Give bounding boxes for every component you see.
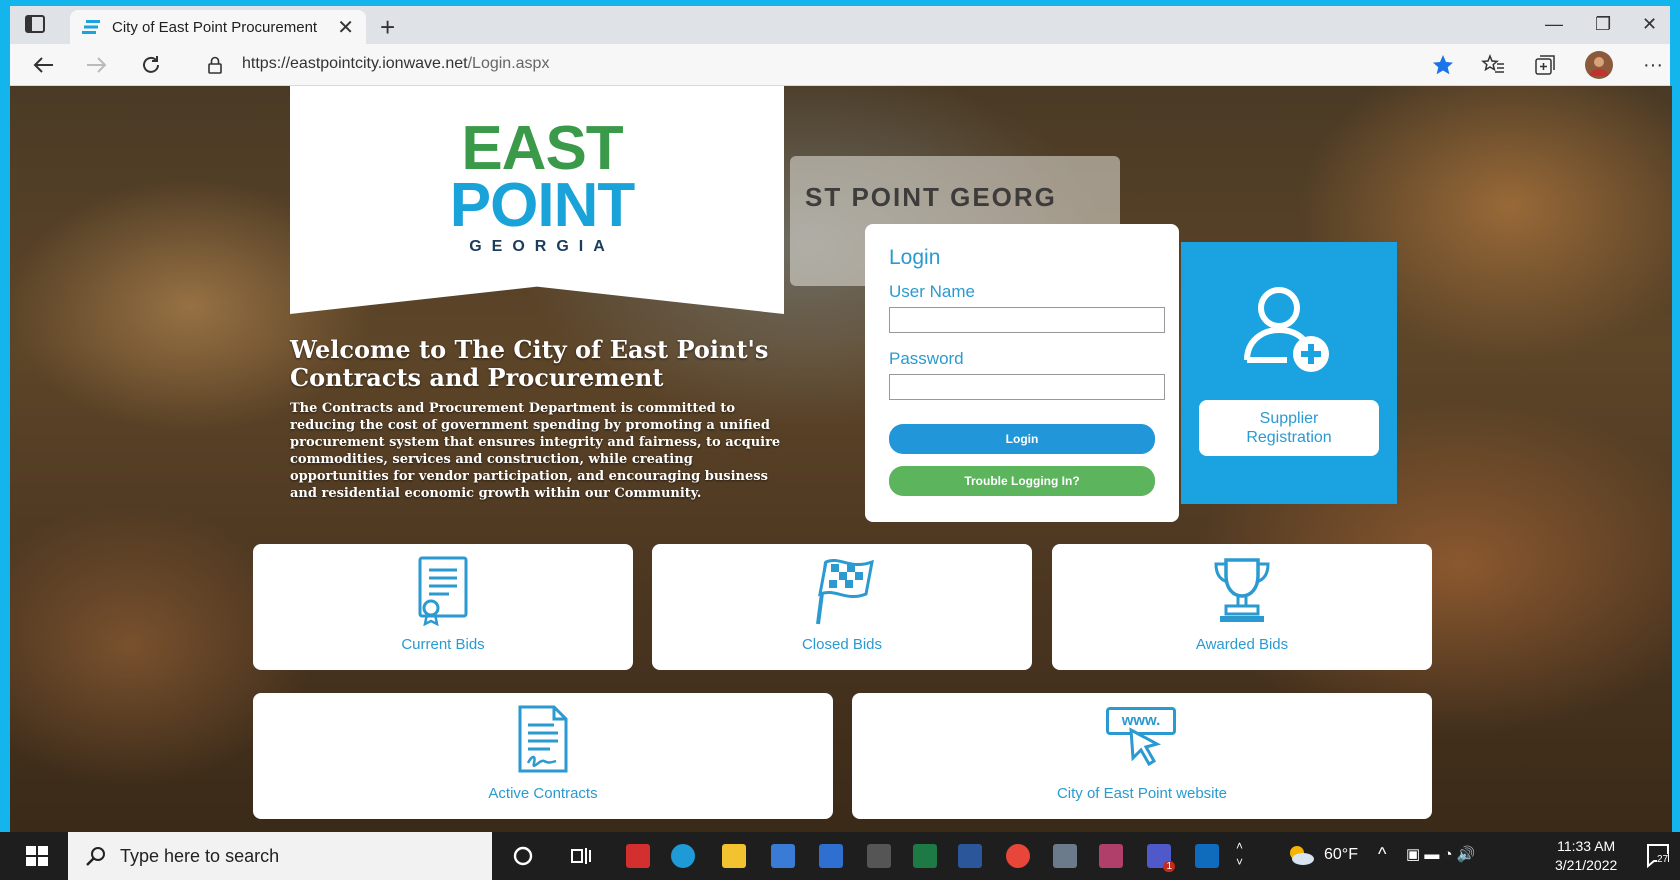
refresh-icon[interactable] <box>136 50 166 80</box>
collections-icon[interactable] <box>1531 50 1561 80</box>
welcome-section: Welcome to The City of East Point's Cont… <box>290 336 790 502</box>
edge-browser-icon[interactable] <box>671 844 695 868</box>
page-content: ST POINT GEORG EAST POINT GEORGIA Welcom… <box>10 86 1672 832</box>
system-clock[interactable]: 11:33 AM 3/21/2022 <box>1555 837 1617 875</box>
outlook-icon[interactable] <box>1195 844 1219 868</box>
favorite-star-icon[interactable] <box>1428 50 1458 80</box>
search-icon <box>86 847 105 866</box>
city-website-tile[interactable]: www. City of East Point website <box>852 693 1432 819</box>
active-contracts-tile[interactable]: Active Contracts <box>253 693 833 819</box>
supplier-label-line1: Supplier <box>1259 410 1319 427</box>
teams-icon[interactable]: 1 <box>1147 844 1175 872</box>
document-certificate-icon <box>418 556 468 626</box>
cortana-icon[interactable] <box>512 845 534 872</box>
trophy-icon <box>1214 558 1270 622</box>
closed-bids-label: Closed Bids <box>801 636 883 653</box>
windows-start-icon[interactable] <box>26 846 48 871</box>
www-pointer-icon: www. <box>1106 703 1178 767</box>
tray-icons[interactable]: ▣ ▬ ◔ 🔊 <box>1406 845 1475 863</box>
username-input[interactable] <box>889 307 1165 333</box>
welcome-description: The Contracts and Procurement Department… <box>290 401 781 501</box>
closed-bids-tile[interactable]: Closed Bids <box>652 544 1032 670</box>
profile-avatar[interactable] <box>1584 50 1614 80</box>
password-label: Password <box>889 349 964 368</box>
restore-icon[interactable]: ❐ <box>1595 14 1611 35</box>
show-more-apps-icon[interactable]: ˄ ˅ <box>1236 838 1243 870</box>
favicon-icon <box>82 20 100 34</box>
browser-tab[interactable]: City of East Point Procurement ✕ <box>70 10 366 44</box>
welcome-title: Welcome to The City of East Point's Cont… <box>290 335 769 392</box>
city-website-label: City of East Point website <box>1056 785 1228 802</box>
favorites-icon[interactable] <box>1478 50 1508 80</box>
password-input[interactable] <box>889 374 1165 400</box>
mail-icon[interactable] <box>819 844 843 868</box>
clock-date: 3/21/2022 <box>1555 857 1618 873</box>
back-icon[interactable] <box>28 50 58 80</box>
awarded-bids-tile[interactable]: Awarded Bids <box>1052 544 1432 670</box>
contract-document-icon <box>518 705 568 773</box>
address-bar: https://eastpointcity.ionwave.net/Login.… <box>10 44 1670 86</box>
teams-badge: 1 <box>1163 861 1175 872</box>
acrobat-icon[interactable] <box>626 844 650 868</box>
search-placeholder: Type here to search <box>120 845 280 866</box>
close-window-icon[interactable]: ✕ <box>1642 14 1657 35</box>
login-heading: Login <box>889 246 941 269</box>
app-icon[interactable] <box>1099 844 1123 868</box>
url-field[interactable]: https://eastpointcity.ionwave.net/Login.… <box>242 55 549 73</box>
tab-title: City of East Point Procurement <box>112 18 318 36</box>
supplier-registration-panel[interactable]: Supplier Registration <box>1181 242 1397 504</box>
logo-line-point: POINT <box>449 171 635 241</box>
task-view-icon[interactable] <box>570 845 592 872</box>
awarded-bids-label: Awarded Bids <box>1195 636 1289 653</box>
east-point-logo[interactable]: EAST POINT GEORGIA <box>442 114 642 256</box>
tab-actions-icon[interactable] <box>24 14 48 36</box>
3d-viewer-icon[interactable] <box>867 844 891 868</box>
new-tab-icon[interactable]: + <box>380 12 395 43</box>
current-bids-tile[interactable]: Current Bids <box>253 544 633 670</box>
logo-line-east: EAST <box>461 114 623 183</box>
url-path: /Login.aspx <box>467 55 550 72</box>
calculator-icon[interactable] <box>1053 844 1077 868</box>
background-sign-text: ST POINT GEORG <box>805 182 1057 212</box>
add-user-icon <box>1244 287 1329 372</box>
excel-icon[interactable] <box>913 844 937 868</box>
weather-temp[interactable]: 60°F <box>1324 846 1358 864</box>
tray-chevron-icon[interactable]: ^ <box>1378 844 1386 865</box>
browser-tab-bar: City of East Point Procurement ✕ + — ❐ ✕ <box>10 6 1670 44</box>
weather-icon[interactable] <box>1287 844 1315 871</box>
taskbar-search[interactable]: Type here to search <box>68 832 492 880</box>
notifications-icon[interactable]: 27 <box>1645 842 1671 873</box>
notification-count: 27 <box>1657 854 1669 865</box>
trouble-logging-in-button[interactable]: Trouble Logging In? <box>889 466 1155 496</box>
windows-taskbar: Type here to search 1 ˄ ˅ 60°F ^ ▣ ▬ ◔ 🔊 … <box>0 832 1680 880</box>
minimize-icon[interactable]: — <box>1545 14 1563 35</box>
url-host: https://eastpointcity.ionwave.net <box>242 55 468 72</box>
file-explorer-icon[interactable] <box>722 844 746 868</box>
login-card: Login User Name Password Login Trouble L… <box>865 224 1179 522</box>
lock-icon[interactable] <box>200 50 230 80</box>
chrome-icon[interactable] <box>1006 844 1030 868</box>
checkered-flag-icon <box>816 559 874 625</box>
word-icon[interactable] <box>958 844 982 868</box>
clock-time: 11:33 AM <box>1557 838 1616 854</box>
more-menu-icon[interactable]: ··· <box>1638 50 1668 80</box>
forward-icon[interactable] <box>82 50 112 80</box>
supplier-registration-button[interactable]: Supplier Registration <box>1199 400 1379 456</box>
supplier-label-line2: Registration <box>1246 429 1332 446</box>
active-contracts-label: Active Contracts <box>488 785 598 802</box>
username-label: User Name <box>889 282 975 301</box>
close-tab-icon[interactable]: ✕ <box>337 15 354 40</box>
store-icon[interactable] <box>771 844 795 868</box>
logo-line-georgia: GEORGIA <box>469 238 615 256</box>
login-button[interactable]: Login <box>889 424 1155 454</box>
current-bids-label: Current Bids <box>401 636 485 653</box>
